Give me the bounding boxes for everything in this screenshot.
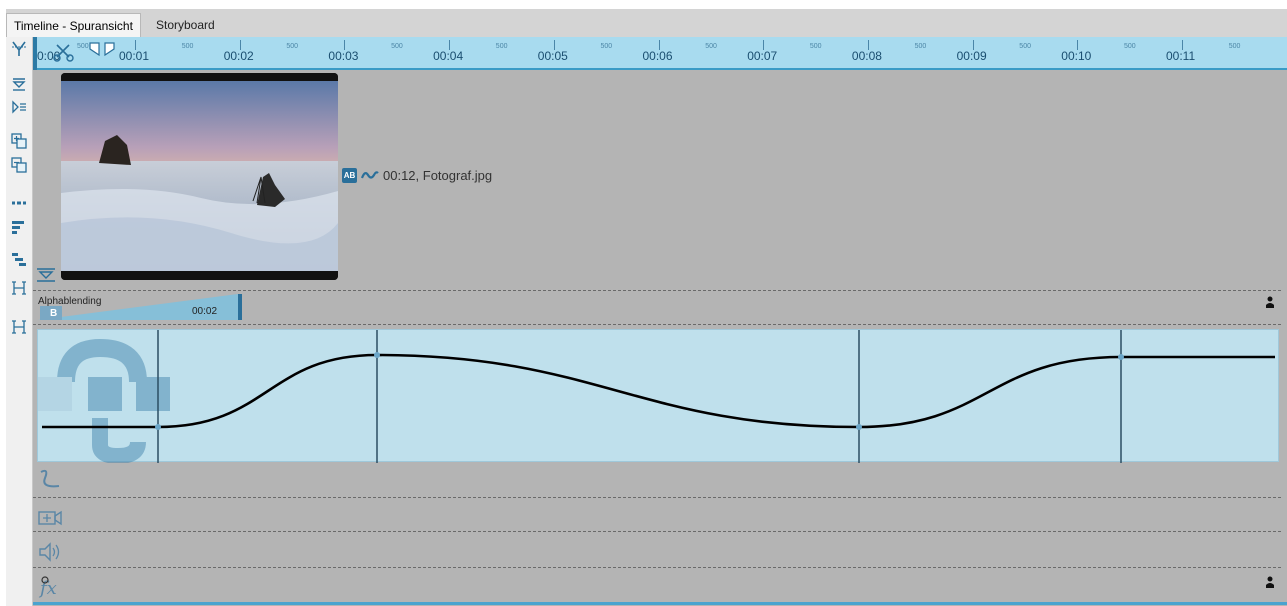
dash-line-icon[interactable] — [9, 193, 29, 213]
keyframe-point[interactable] — [155, 424, 161, 430]
align-left-icon[interactable] — [9, 217, 29, 237]
alpha-badge: B — [50, 308, 58, 319]
motion-curve-graph[interactable] — [38, 330, 1280, 463]
ruler-time-label: 00:05 — [537, 49, 568, 63]
ruler-sub-label: 500 — [914, 43, 927, 50]
expand-tracks-icon[interactable] — [9, 97, 29, 117]
clip-info[interactable]: AB 00:12, Fotograf.jpg — [342, 166, 492, 184]
ruler-sub-label: 500 — [705, 43, 717, 50]
alphablending-duration: 00:02 — [192, 306, 218, 317]
track-divider — [33, 497, 1281, 498]
ruler-time-label: 00:02 — [223, 49, 254, 63]
ruler-sub-label: 500 — [600, 43, 613, 50]
split-clip-icon[interactable] — [9, 39, 29, 59]
photo-image — [61, 73, 338, 280]
ruler-sub-label: 500 — [77, 43, 89, 50]
keyframe-point[interactable] — [1118, 354, 1124, 360]
ruler-sub-label: 500 — [495, 43, 508, 50]
bracket-icon-2[interactable] — [9, 317, 29, 337]
in-out-marker-icon[interactable] — [87, 41, 117, 63]
track-divider — [33, 290, 1281, 291]
alphablending-label: Alphablending — [38, 296, 102, 307]
person-icon[interactable] — [1265, 576, 1275, 588]
time-ruler[interactable]: 0:00 00:01 500 00:02 500 00:03 500 00:04 500 00:… — [33, 37, 1287, 70]
track-area: AB 00:12, Fotograf.jpg Alphablending B 0… — [33, 70, 1287, 606]
keyframe-point[interactable] — [374, 352, 380, 358]
add-track-icon[interactable] — [9, 131, 29, 151]
remove-track-icon[interactable] — [9, 155, 29, 175]
ruler-sub-label: 500 — [391, 43, 403, 50]
ruler-sub-label: 500 — [181, 43, 194, 50]
ruler-sub-label: 500 — [1019, 43, 1031, 50]
tab-bar: Timeline - Spuransicht Storyboard — [6, 9, 1287, 38]
tab-storyboard[interactable]: Storyboard — [149, 13, 222, 37]
track-divider — [33, 324, 1281, 325]
ruler-time-label: 00:11 — [1166, 49, 1196, 63]
scissors-icon[interactable] — [53, 41, 75, 63]
ruler-time-label: 00:09 — [956, 49, 987, 63]
track-divider — [33, 567, 1281, 568]
ruler-time-label: 00:01 — [119, 49, 150, 63]
motion-curve[interactable] — [42, 353, 1275, 429]
keyframe-point[interactable] — [856, 424, 862, 430]
clip-info-text: 00:12, Fotograf.jpg — [383, 167, 493, 183]
timeline-window: Timeline - Spuransicht Storyboard 0:00 0… — [0, 0, 1287, 606]
timeline-bottom-border — [33, 602, 1287, 605]
left-toolbar — [6, 37, 33, 606]
track-divider — [33, 531, 1281, 532]
collapse-track-icon[interactable] — [35, 266, 57, 284]
motion-path-icon[interactable] — [37, 468, 63, 492]
ruler-time-label: 00:10 — [1061, 49, 1092, 63]
motion-curve-panel[interactable] — [37, 329, 1280, 463]
clip-thumbnail-fotograf[interactable] — [61, 73, 338, 280]
audio-track-icon[interactable] — [37, 540, 63, 564]
ruler-time-label: 00:04 — [433, 49, 464, 63]
tab-timeline-spuransicht[interactable]: Timeline - Spuransicht — [6, 13, 141, 38]
ruler-time-label: 00:07 — [747, 49, 778, 63]
ruler-sub-label: 500 — [809, 43, 822, 50]
ruler-time-label: 00:08 — [851, 49, 882, 63]
person-icon[interactable] — [1265, 296, 1275, 308]
motion-wave-icon — [361, 171, 379, 179]
ruler-sub-label: 500 — [1228, 43, 1241, 50]
camera-track-icon[interactable] — [37, 506, 63, 530]
collapse-tracks-icon[interactable] — [9, 74, 29, 94]
bracket-icon[interactable] — [9, 278, 29, 298]
ruler-sub-label: 500 — [286, 43, 299, 50]
ruler-time-label: 00:03 — [328, 49, 359, 63]
align-stagger-icon[interactable] — [9, 250, 29, 270]
path-watermark-icon — [38, 338, 170, 463]
ruler-sub-label: 500 — [1124, 43, 1136, 50]
ab-transition-badge[interactable]: AB — [342, 167, 357, 183]
effect-fx-icon[interactable]: fx — [37, 574, 63, 598]
ruler-time-label: 00:06 — [642, 49, 673, 63]
